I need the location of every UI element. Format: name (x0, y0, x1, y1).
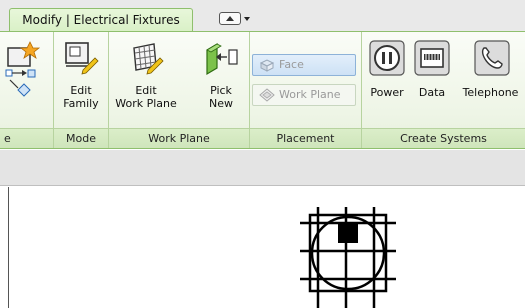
panel-label-create-systems: Create Systems (362, 128, 525, 148)
ribbon-minimize-icon (219, 12, 241, 25)
options-bar (0, 150, 525, 186)
pick-new-icon (203, 40, 239, 76)
power-label: Power (370, 86, 404, 99)
telephone-button[interactable]: Telephone (456, 36, 525, 124)
chevron-down-icon (244, 17, 250, 21)
panel-label-work-plane: Work Plane (109, 128, 249, 148)
edit-work-plane-label-1: Edit (135, 84, 157, 97)
work-plane-label: Work Plane (279, 88, 341, 101)
tab-modify-electrical-fixtures[interactable]: Modify | Electrical Fixtures (9, 8, 193, 32)
data-button[interactable]: Data (412, 36, 452, 124)
telephone-label: Telephone (462, 86, 519, 99)
panel-label-placement: Placement (250, 128, 361, 148)
face-icon (259, 58, 275, 79)
edit-family-label-2: Family (63, 97, 99, 110)
face-placement-button[interactable]: Face (252, 54, 356, 76)
data-label: Data (418, 86, 446, 99)
pick-new-label-2: New (209, 97, 233, 110)
pick-new-button[interactable]: Pick New (196, 36, 246, 124)
face-label: Face (279, 58, 304, 71)
edit-work-plane-label-2: Work Plane (115, 97, 177, 110)
canvas-left-border (8, 187, 9, 308)
work-plane-icon (259, 88, 275, 109)
drawing-canvas[interactable] (0, 187, 525, 308)
ribbon: Edit Family Edit Work Plane Pick New Fac… (0, 31, 525, 149)
panel-label-mode: Mode (54, 128, 108, 148)
pick-new-label-1: Pick (210, 84, 232, 97)
edit-work-plane-button[interactable]: Edit Work Plane (110, 36, 182, 124)
partial-tool-icon[interactable] (0, 40, 48, 120)
telephone-icon (474, 40, 510, 76)
data-icon (414, 40, 450, 76)
edit-family-label-1: Edit (70, 84, 92, 97)
work-plane-placement-button[interactable]: Work Plane (252, 84, 356, 106)
ribbon-minimize-button[interactable] (219, 12, 251, 26)
power-icon (369, 40, 405, 76)
edit-work-plane-icon (128, 40, 164, 76)
edit-family-button[interactable]: Edit Family (56, 36, 106, 124)
electrical-fixture-symbol[interactable] (296, 205, 400, 308)
power-button[interactable]: Power (364, 36, 410, 124)
panel-label-partial: e (0, 128, 53, 148)
edit-family-icon (63, 40, 99, 76)
ribbon-tab-strip: Modify | Electrical Fixtures (0, 0, 525, 32)
